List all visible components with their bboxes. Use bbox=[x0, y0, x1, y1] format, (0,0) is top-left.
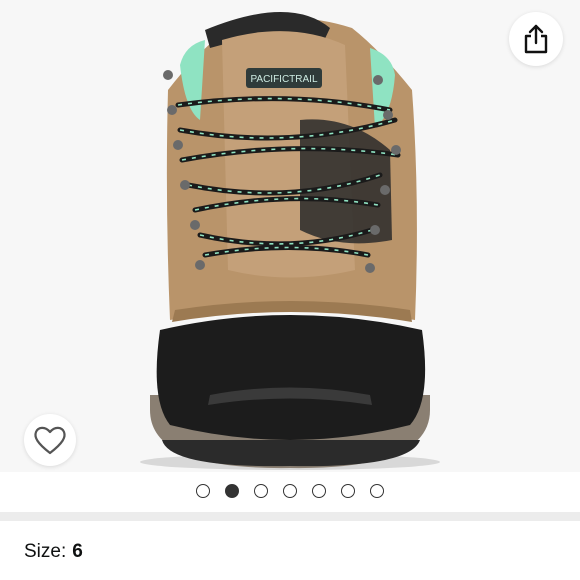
wishlist-button[interactable] bbox=[24, 414, 76, 466]
image-pagination-dots bbox=[0, 481, 580, 501]
product-image-gallery[interactable]: PACIFICTRAIL bbox=[0, 0, 580, 472]
pagination-dot[interactable] bbox=[370, 484, 384, 498]
size-value: 6 bbox=[72, 541, 83, 562]
share-button[interactable] bbox=[509, 12, 563, 66]
share-icon bbox=[524, 24, 548, 54]
product-image-hiking-boot[interactable]: PACIFICTRAIL bbox=[0, 0, 580, 472]
pagination-dot[interactable] bbox=[341, 484, 355, 498]
size-selector[interactable]: Size: 6 bbox=[24, 541, 83, 567]
pagination-dot[interactable] bbox=[254, 484, 268, 498]
pagination-dot[interactable] bbox=[196, 484, 210, 498]
pagination-dot[interactable] bbox=[283, 484, 297, 498]
pagination-dot-active[interactable] bbox=[225, 484, 239, 498]
pagination-dot[interactable] bbox=[312, 484, 326, 498]
product-page: PACIFICTRAIL Size: 6 bbox=[0, 0, 580, 580]
brand-logo-text: PACIFICTRAIL bbox=[250, 74, 317, 85]
section-divider bbox=[0, 512, 580, 521]
size-label: Size: bbox=[24, 541, 67, 562]
heart-outline-icon bbox=[34, 426, 66, 455]
